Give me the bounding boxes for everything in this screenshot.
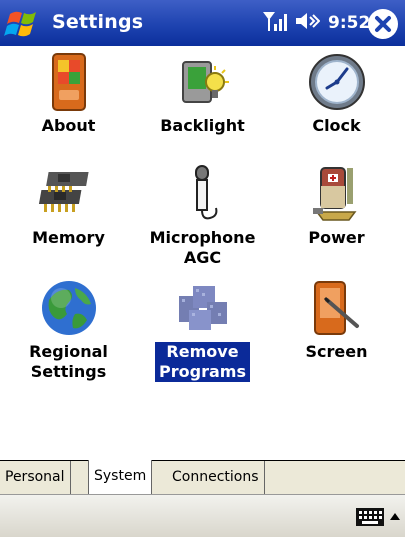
close-icon[interactable]	[368, 9, 398, 39]
globe-icon	[6, 278, 131, 338]
memory-item[interactable]: Memory	[6, 164, 131, 248]
keyboard-icon[interactable]	[355, 507, 385, 527]
menu-bar	[0, 494, 405, 537]
memory-chip-icon	[6, 164, 131, 224]
remove-programs-item[interactable]: Remove Programs	[140, 278, 265, 382]
battery-power-icon	[274, 164, 399, 224]
settings-grid: About Backlight Clock Memory Microphone …	[0, 46, 405, 460]
tab-personal[interactable]: Personal	[0, 461, 71, 494]
status-time[interactable]: 9:52	[328, 13, 370, 33]
up-arrow-icon[interactable]	[388, 507, 402, 527]
remove-programs-icon	[140, 278, 265, 338]
signal-antenna-icon[interactable]	[262, 10, 288, 36]
item-label: Power	[308, 228, 365, 247]
about-item[interactable]: About	[6, 52, 131, 136]
backlight-item[interactable]: Backlight	[140, 52, 265, 136]
tab-system[interactable]: System	[88, 460, 153, 494]
power-item[interactable]: Power	[274, 164, 399, 248]
item-label: Backlight	[160, 116, 245, 135]
clock-icon	[274, 52, 399, 112]
item-label: Remove Programs	[155, 342, 250, 382]
item-label: Screen	[305, 342, 368, 361]
screen-stylus-icon	[274, 278, 399, 338]
item-label: Clock	[312, 116, 361, 135]
microphone-agc-item[interactable]: Microphone AGC	[140, 164, 265, 268]
about-device-icon	[6, 52, 131, 112]
regional-settings-item[interactable]: Regional Settings	[6, 278, 131, 382]
tab-connections[interactable]: Connections	[167, 461, 265, 494]
item-label: About	[41, 116, 96, 135]
speaker-icon[interactable]	[294, 10, 321, 36]
window-title: Settings	[52, 11, 144, 33]
tab-bar: Personal System Connections	[0, 460, 405, 494]
item-label: Regional Settings	[29, 342, 108, 381]
windows-start-icon[interactable]	[4, 6, 44, 40]
item-label: Microphone AGC	[149, 228, 256, 267]
microphone-icon	[140, 164, 265, 224]
item-label: Memory	[32, 228, 105, 247]
status-area: 9:52	[262, 8, 370, 38]
title-bar: Settings 9:52	[0, 0, 405, 46]
clock-item[interactable]: Clock	[274, 52, 399, 136]
backlight-icon	[140, 52, 265, 112]
screen-item[interactable]: Screen	[274, 278, 399, 362]
